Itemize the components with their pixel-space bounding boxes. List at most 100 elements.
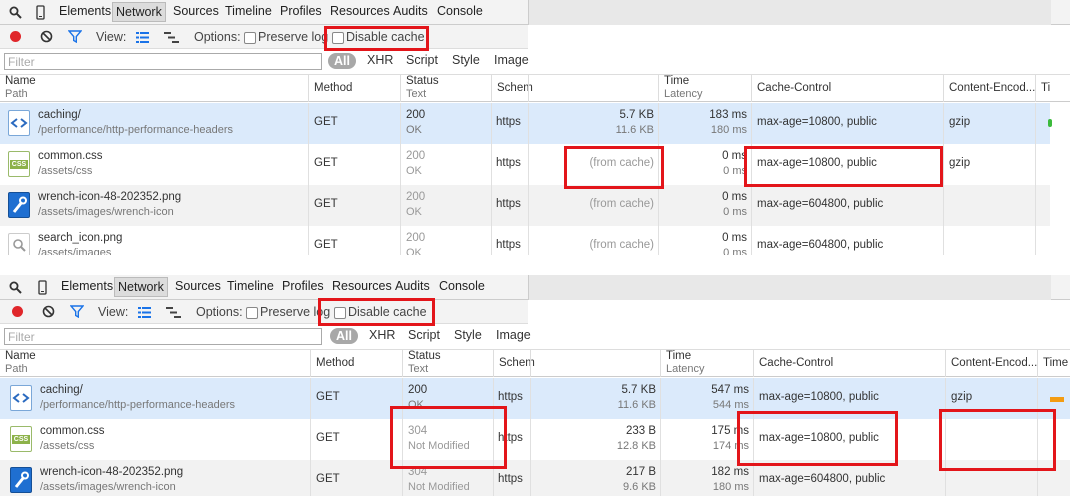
- cell-time: 182 ms 180 ms: [660, 460, 753, 496]
- clear-icon[interactable]: [40, 30, 53, 43]
- overview-icon[interactable]: [164, 32, 179, 43]
- column-content-encoding[interactable]: Content-Encod...: [945, 350, 1037, 377]
- tab-network[interactable]: Network: [112, 2, 166, 22]
- html-document-icon: [10, 385, 32, 411]
- network-toolbar: View: Options: Preserve log Disable cach…: [0, 300, 528, 324]
- filter-type-script[interactable]: Script: [406, 53, 438, 67]
- device-mode-icon[interactable]: [36, 5, 45, 20]
- table-row[interactable]: caching//performance/http-performance-he…: [0, 378, 1070, 419]
- cell-name: wrench-icon-48-202352.png/assets/images/…: [0, 185, 308, 226]
- table-header: Name Path Method Status Text Schem Time Lat…: [0, 349, 1070, 377]
- tab-resources[interactable]: Resources: [332, 279, 392, 293]
- cell-cache-control: max-age=10800, public: [753, 378, 945, 419]
- table-row[interactable]: CSS common.css/assets/css GET 304 Not Modifi…: [0, 419, 1070, 460]
- column-status[interactable]: Status Text: [400, 75, 491, 102]
- tab-timeline[interactable]: Timeline: [227, 279, 274, 293]
- table-row[interactable]: CSS common.css/assets/css GET 200 OK https (fr…: [0, 144, 1050, 185]
- cell-cache-control: max-age=10800, public: [751, 103, 943, 144]
- table-row[interactable]: wrench-icon-48-202352.png/assets/images/…: [0, 185, 1050, 226]
- clear-icon[interactable]: [42, 305, 55, 318]
- column-size[interactable]: [528, 75, 658, 102]
- tab-console[interactable]: Console: [437, 4, 483, 18]
- cell-status: 304 Not Modified: [402, 419, 493, 460]
- filter-type-script[interactable]: Script: [408, 328, 440, 342]
- search-icon[interactable]: [9, 6, 22, 19]
- cell-scheme: https: [491, 103, 528, 144]
- column-scheme[interactable]: Schem: [491, 75, 533, 102]
- filter-type-style[interactable]: Style: [454, 328, 482, 342]
- tab-network[interactable]: Network: [114, 277, 168, 297]
- preserve-log-checkbox[interactable]: [246, 307, 258, 319]
- column-size[interactable]: [530, 350, 660, 377]
- cell-size: 233 B 12.8 KB: [530, 419, 660, 460]
- filter-input[interactable]: [4, 53, 322, 70]
- wrench-image-icon: [8, 192, 30, 218]
- tab-resources[interactable]: Resources: [330, 4, 390, 18]
- filter-type-all[interactable]: All: [330, 328, 358, 344]
- cell-status: 200 OK: [400, 103, 491, 144]
- column-name[interactable]: Name Path: [0, 75, 308, 102]
- filter-type-xhr[interactable]: XHR: [369, 328, 395, 342]
- filter-input[interactable]: [4, 328, 322, 345]
- preserve-log-checkbox[interactable]: [244, 32, 256, 44]
- column-scheme[interactable]: Schem: [493, 350, 535, 377]
- device-mode-icon[interactable]: [38, 280, 47, 295]
- tab-sources[interactable]: Sources: [173, 4, 219, 18]
- disable-cache-checkbox[interactable]: [332, 32, 344, 44]
- overview-icon[interactable]: [166, 307, 181, 318]
- column-cache-control[interactable]: Cache-Control: [751, 75, 943, 102]
- filter-icon[interactable]: [68, 30, 82, 43]
- cell-size: 217 B 9.6 KB: [530, 460, 660, 496]
- column-timeline[interactable]: Tir: [1035, 75, 1050, 102]
- tab-audits[interactable]: Audits: [395, 279, 430, 293]
- column-name[interactable]: Name Path: [0, 350, 310, 377]
- css-file-icon: CSS: [10, 426, 32, 452]
- cell-timeline: [1035, 185, 1070, 226]
- cell-scheme: https: [491, 226, 528, 255]
- column-content-encoding[interactable]: Content-Encod...: [943, 75, 1035, 102]
- tab-audits[interactable]: Audits: [393, 4, 428, 18]
- column-timeline[interactable]: Time: [1037, 350, 1070, 377]
- column-cache-control[interactable]: Cache-Control: [753, 350, 945, 377]
- cell-cache-control: max-age=604800, public: [753, 460, 945, 496]
- filter-type-style[interactable]: Style: [452, 53, 480, 67]
- table-row[interactable]: wrench-icon-48-202352.png/assets/images/…: [0, 460, 1070, 496]
- tab-elements[interactable]: Elements: [59, 4, 111, 18]
- filter-type-image[interactable]: Image: [494, 53, 529, 67]
- record-icon[interactable]: [12, 306, 23, 317]
- large-rows-icon[interactable]: [136, 32, 149, 43]
- tab-console[interactable]: Console: [439, 279, 485, 293]
- tab-sources[interactable]: Sources: [175, 279, 221, 293]
- tab-timeline[interactable]: Timeline: [225, 4, 272, 18]
- record-icon[interactable]: [10, 31, 21, 42]
- cell-content-encoding: [945, 419, 1037, 460]
- table-row[interactable]: search_icon.png/assets/images GET 200 OK htt…: [0, 226, 1050, 255]
- table-row[interactable]: caching//performance/http-performance-he…: [0, 103, 1052, 144]
- cell-cache-control: max-age=604800, public: [751, 185, 943, 226]
- tab-profiles[interactable]: Profiles: [280, 4, 322, 18]
- search-icon[interactable]: [9, 281, 22, 294]
- options-label: Options:: [194, 30, 241, 44]
- devtools-tab-bar: Elements Network Sources Timeline Profil…: [0, 275, 1070, 300]
- column-method[interactable]: Method: [308, 75, 400, 102]
- column-time[interactable]: Time Latency: [658, 75, 751, 102]
- wrench-image-icon: [10, 467, 32, 493]
- cell-time: 175 ms 174 ms: [660, 419, 753, 460]
- large-rows-icon[interactable]: [138, 307, 151, 318]
- column-status[interactable]: Status Text: [402, 350, 493, 377]
- column-time[interactable]: Time Latency: [660, 350, 753, 377]
- filter-type-image[interactable]: Image: [496, 328, 531, 342]
- tab-profiles[interactable]: Profiles: [282, 279, 324, 293]
- column-method[interactable]: Method: [310, 350, 402, 377]
- disable-cache-checkbox[interactable]: [334, 307, 346, 319]
- filter-icon[interactable]: [70, 305, 84, 318]
- cell-name: wrench-icon-48-202352.png/assets/images/…: [2, 460, 310, 496]
- cell-time: 547 ms 544 ms: [660, 378, 753, 419]
- cell-name: CSS common.css/assets/css: [2, 419, 310, 460]
- cell-status: 200 OK: [400, 185, 491, 226]
- tab-elements[interactable]: Elements: [61, 279, 113, 293]
- filter-type-xhr[interactable]: XHR: [367, 53, 393, 67]
- cell-scheme: https: [493, 460, 530, 496]
- filter-type-all[interactable]: All: [328, 53, 356, 69]
- cell-scheme: https: [493, 419, 530, 460]
